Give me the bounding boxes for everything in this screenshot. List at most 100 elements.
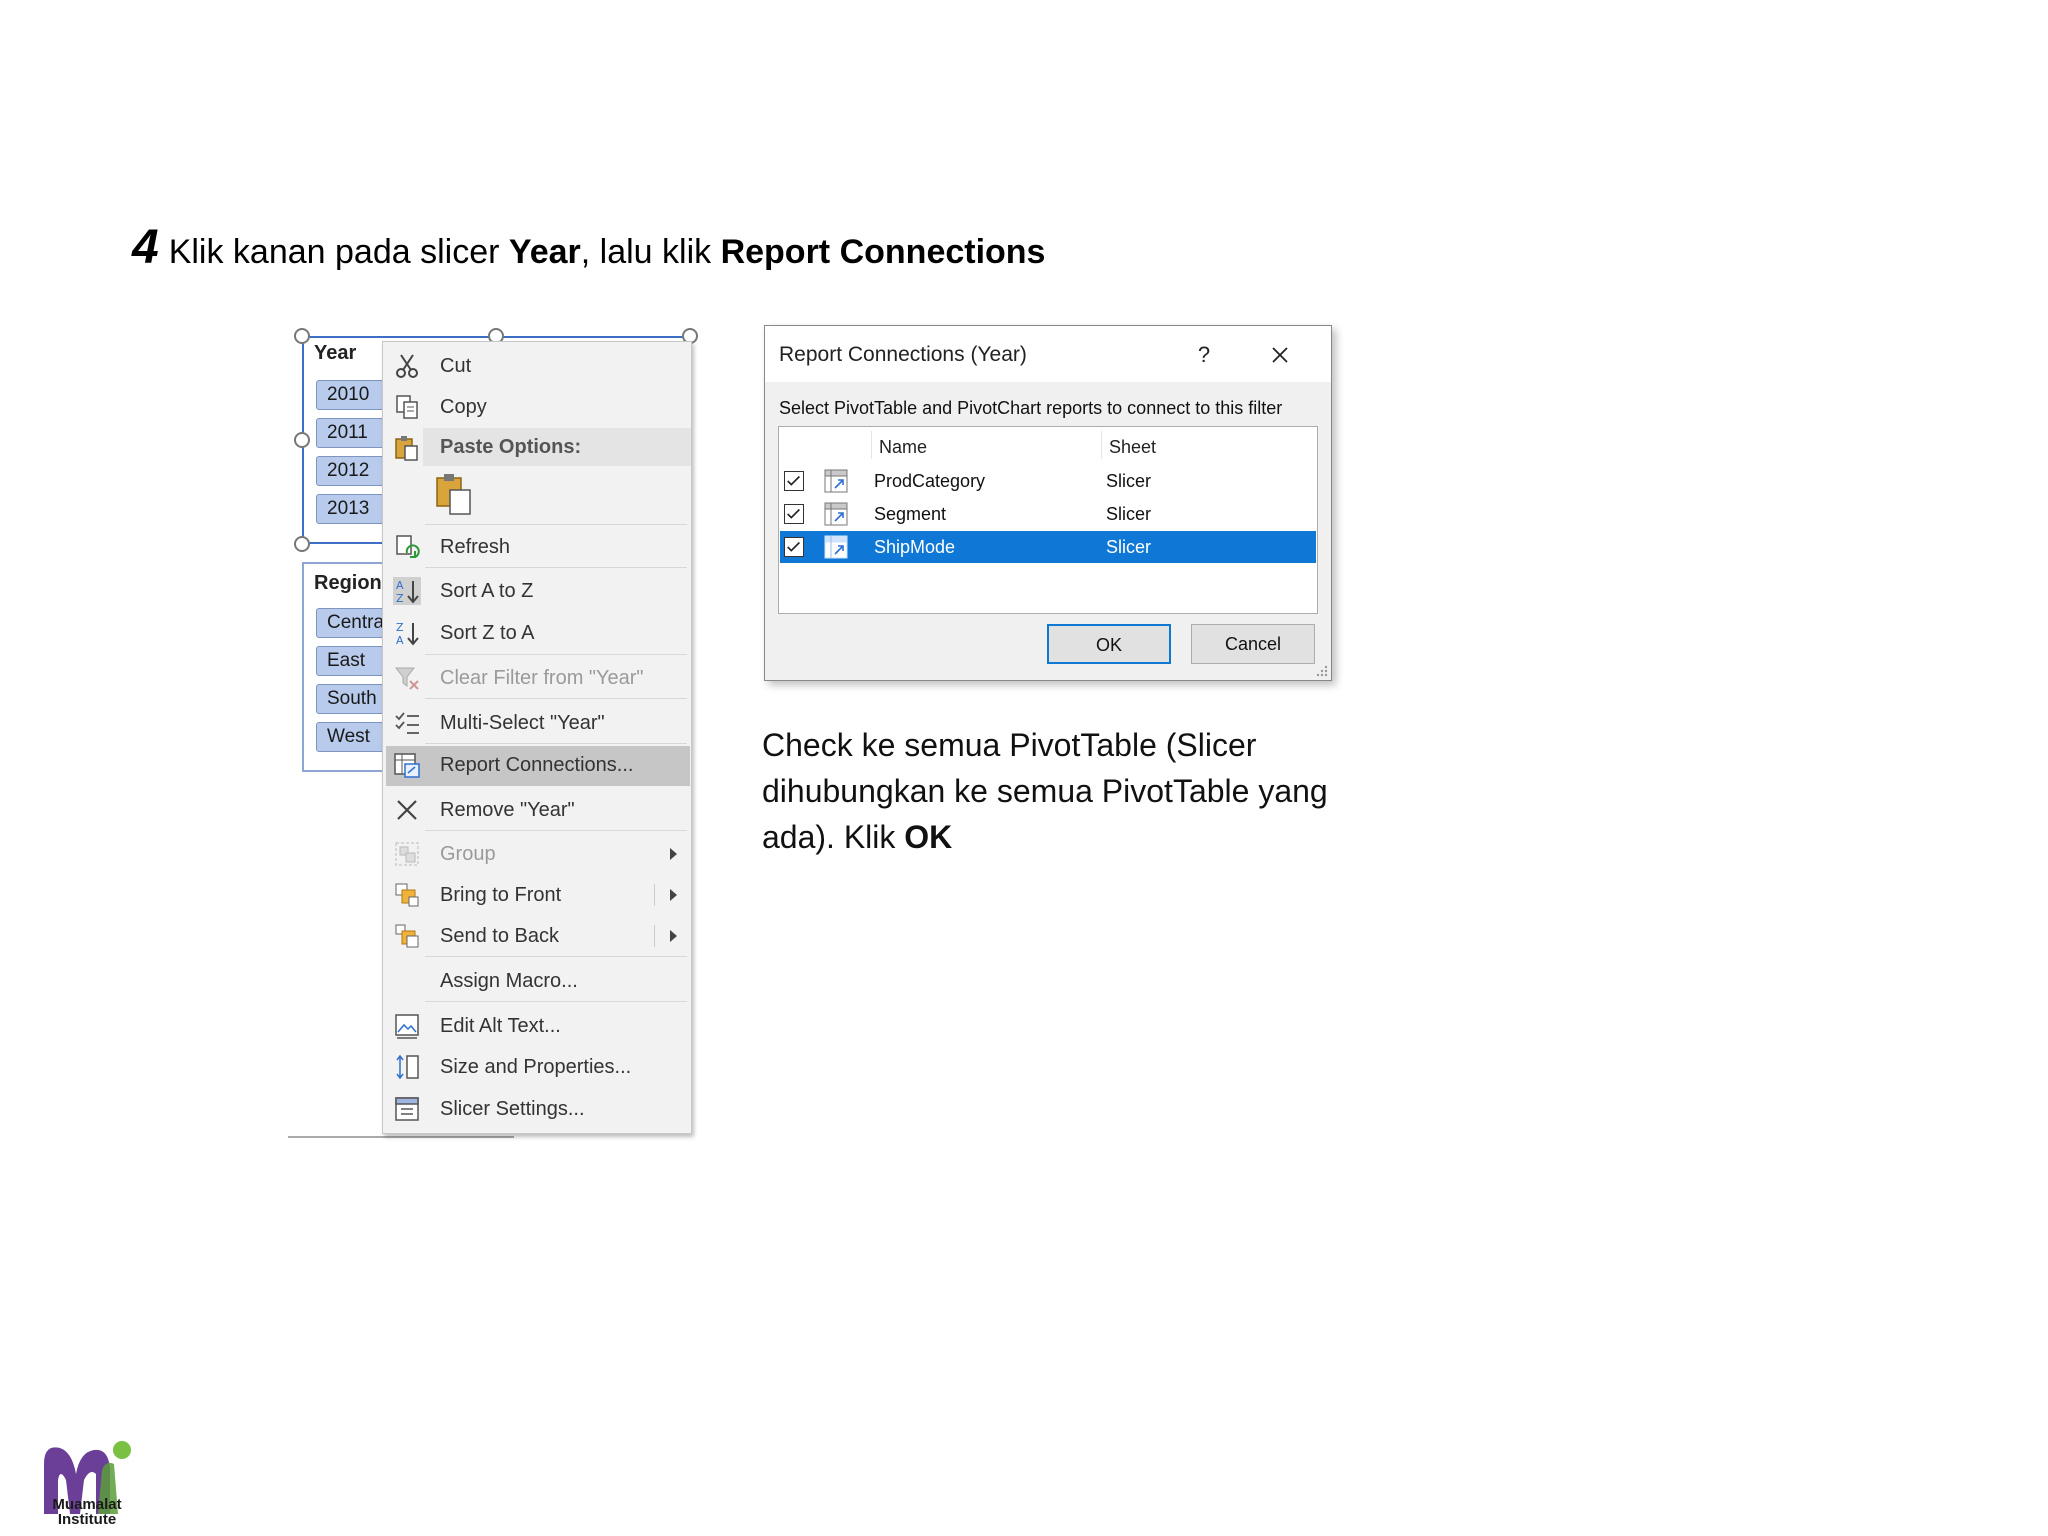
svg-text:Z: Z bbox=[396, 592, 404, 605]
menu-separator bbox=[425, 1001, 687, 1002]
column-header-name[interactable]: Name bbox=[879, 437, 927, 458]
logo-line-1: Muamalat bbox=[52, 1496, 122, 1513]
menu-group: Group bbox=[383, 835, 691, 873]
menu-remove-label: Remove "Year" bbox=[440, 799, 575, 821]
menu-sort-za-label: Sort Z to A bbox=[440, 622, 535, 644]
menu-bring-to-front[interactable]: Bring to Front bbox=[383, 876, 691, 914]
table-row-selected[interactable]: ShipMode Slicer bbox=[780, 531, 1316, 563]
paste-option-button[interactable] bbox=[433, 472, 475, 518]
row-name: Segment bbox=[874, 504, 947, 524]
menu-size-properties[interactable]: Size and Properties... bbox=[383, 1048, 691, 1086]
sort-az-icon: AZ bbox=[393, 577, 421, 605]
dialog-instruction: Select PivotTable and PivotChart reports… bbox=[779, 398, 1283, 418]
menu-separator bbox=[425, 524, 687, 525]
menu-separator bbox=[425, 956, 687, 957]
help-button[interactable]: ? bbox=[1189, 340, 1219, 370]
table-row[interactable]: ProdCategory Slicer bbox=[780, 465, 1316, 497]
menu-cut[interactable]: Cut bbox=[383, 347, 691, 385]
menu-refresh-label: Refresh bbox=[440, 536, 511, 558]
submenu-arrow-icon[interactable] bbox=[670, 930, 677, 942]
row-name: ProdCategory bbox=[874, 471, 986, 491]
menu-cut-label: Cut bbox=[440, 355, 472, 377]
scissors-icon bbox=[396, 354, 418, 378]
checkbox[interactable] bbox=[784, 504, 804, 524]
instruction-year: Year bbox=[508, 233, 581, 271]
ok-button[interactable]: OK bbox=[1047, 624, 1171, 664]
instruction-report-connections: Report Connections bbox=[720, 233, 1046, 271]
menu-assign-macro[interactable]: Assign Macro... bbox=[383, 962, 691, 1000]
paste-icon bbox=[395, 436, 418, 461]
check-icon bbox=[787, 508, 800, 519]
svg-text:A: A bbox=[396, 634, 404, 647]
resize-handle-top-left[interactable] bbox=[294, 328, 310, 344]
group-icon bbox=[395, 842, 419, 866]
refresh-icon bbox=[396, 535, 420, 558]
step-instruction: 4 Klik kanan pada slicer Year, lalu klik … bbox=[132, 218, 1045, 282]
pivottable-icon bbox=[824, 535, 848, 559]
row-sheet: Slicer bbox=[1106, 537, 1152, 557]
split-separator bbox=[654, 884, 655, 906]
menu-separator bbox=[425, 698, 687, 699]
sheet-edge-line bbox=[288, 1136, 514, 1138]
menu-send-to-back[interactable]: Send to Back bbox=[383, 917, 691, 955]
multi-select-icon bbox=[395, 712, 419, 734]
submenu-arrow-icon[interactable] bbox=[670, 889, 677, 901]
instruction-text-1: Klik kanan pada slicer bbox=[168, 233, 509, 271]
menu-separator bbox=[425, 830, 687, 831]
menu-refresh[interactable]: Refresh bbox=[383, 528, 691, 566]
menu-separator bbox=[425, 567, 687, 568]
menu-bring-to-front-label: Bring to Front bbox=[440, 884, 562, 906]
resize-grip-icon[interactable] bbox=[1315, 664, 1329, 678]
menu-separator bbox=[425, 743, 687, 744]
column-header-sheet[interactable]: Sheet bbox=[1109, 437, 1156, 458]
bring-to-front-icon bbox=[395, 883, 419, 907]
menu-size-properties-label: Size and Properties... bbox=[440, 1056, 632, 1078]
row-sheet: Slicer bbox=[1106, 471, 1152, 491]
menu-clear-filter: Clear Filter from "Year" bbox=[383, 659, 691, 697]
menu-edit-alt-text[interactable]: Edit Alt Text... bbox=[383, 1007, 691, 1045]
region-slicer-header: Region bbox=[314, 572, 382, 594]
cancel-button[interactable]: Cancel bbox=[1191, 624, 1315, 664]
menu-slicer-settings-label: Slicer Settings... bbox=[440, 1098, 585, 1120]
split-separator bbox=[654, 925, 655, 947]
pivottable-icon bbox=[824, 502, 848, 526]
menu-multi-select[interactable]: Multi-Select "Year" bbox=[383, 704, 691, 742]
explanation-text: Check ke semua PivotTable (Slicer dihubu… bbox=[762, 722, 1362, 860]
column-divider bbox=[871, 431, 872, 459]
dialog-title: Report Connections (Year) bbox=[779, 343, 1027, 366]
menu-sort-za[interactable]: ZA Sort Z to A bbox=[383, 614, 691, 652]
menu-paste-options-header: Paste Options: bbox=[423, 428, 691, 466]
remove-x-icon bbox=[397, 800, 417, 820]
pivot-connections-list[interactable]: Name Sheet ProdCategory Slicer Segment S… bbox=[778, 426, 1318, 614]
menu-clear-filter-label: Clear Filter from "Year" bbox=[440, 667, 644, 689]
step-number: 4 bbox=[132, 221, 159, 274]
menu-copy[interactable]: Copy bbox=[383, 388, 691, 426]
menu-remove[interactable]: Remove "Year" bbox=[383, 791, 691, 829]
menu-assign-macro-label: Assign Macro... bbox=[440, 970, 578, 992]
alt-text-icon bbox=[395, 1014, 419, 1039]
resize-handle-mid-left[interactable] bbox=[294, 432, 310, 448]
checkbox[interactable] bbox=[784, 537, 804, 557]
menu-slicer-settings[interactable]: Slicer Settings... bbox=[383, 1090, 691, 1128]
column-divider bbox=[1101, 431, 1102, 459]
checkbox[interactable] bbox=[784, 471, 804, 491]
copy-icon bbox=[396, 395, 418, 419]
check-icon bbox=[787, 475, 800, 486]
close-icon[interactable] bbox=[1265, 340, 1295, 370]
instruction-text-2: , lalu klik bbox=[580, 233, 721, 271]
menu-sort-az[interactable]: AZ Sort A to Z bbox=[383, 572, 691, 610]
table-row[interactable]: Segment Slicer bbox=[780, 498, 1316, 530]
menu-edit-alt-text-label: Edit Alt Text... bbox=[440, 1015, 561, 1037]
resize-handle-bottom-left[interactable] bbox=[294, 536, 310, 552]
row-name: ShipMode bbox=[874, 537, 956, 557]
svg-text:A: A bbox=[396, 579, 404, 592]
row-sheet: Slicer bbox=[1106, 504, 1152, 524]
logo-text: Muamalat Institute bbox=[42, 1497, 132, 1527]
context-menu: Cut Copy Paste Options: Refresh AZ Sort … bbox=[382, 341, 692, 1134]
explanation-body: Check ke semua PivotTable (Slicer dihubu… bbox=[762, 727, 1328, 855]
menu-send-to-back-label: Send to Back bbox=[440, 925, 559, 947]
clear-filter-icon bbox=[394, 667, 419, 690]
menu-report-connections[interactable]: Report Connections... bbox=[386, 746, 690, 786]
svg-text:Z: Z bbox=[396, 621, 404, 634]
size-properties-icon bbox=[396, 1054, 419, 1080]
